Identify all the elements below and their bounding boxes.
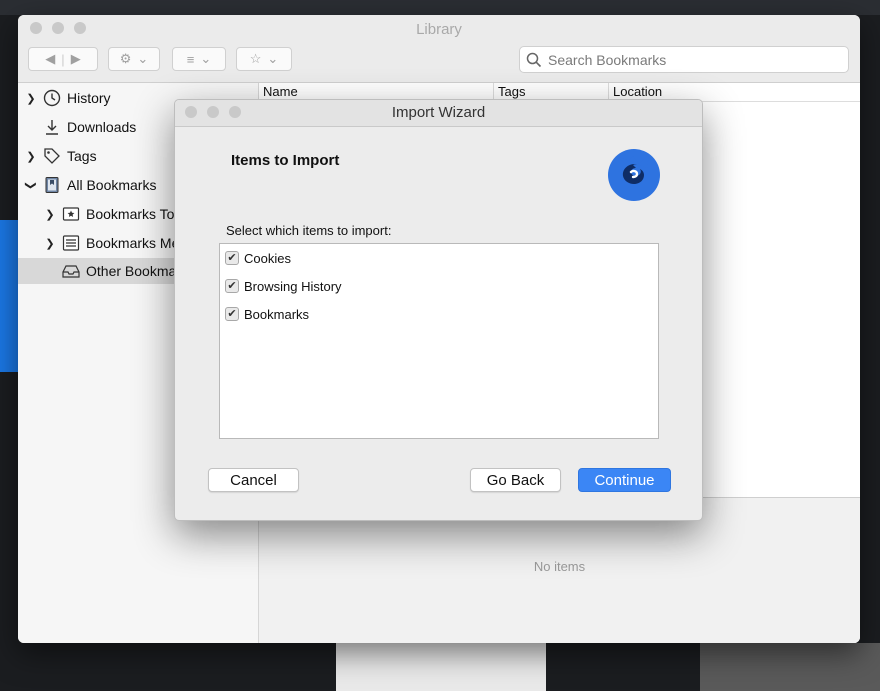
search-icon bbox=[526, 52, 542, 67]
chevron-down-icon: ⌄ bbox=[200, 51, 212, 66]
list-icon: ≡ bbox=[186, 51, 195, 67]
import-wizard-dialog: Import Wizard Items to Import Select whi… bbox=[174, 99, 703, 521]
checkbox-checked-icon[interactable]: ✔ bbox=[225, 279, 239, 293]
star-import-icon: ☆ bbox=[249, 51, 262, 66]
wizard-titlebar: Import Wizard bbox=[175, 100, 702, 127]
firefox-logo-icon bbox=[605, 144, 663, 202]
clock-icon bbox=[42, 88, 62, 108]
import-item-bookmarks[interactable]: ✔ Bookmarks bbox=[225, 303, 309, 325]
import-item-label: Browsing History bbox=[244, 278, 342, 294]
chevron-down-icon: ⌄ bbox=[267, 51, 279, 66]
continue-button[interactable]: Continue bbox=[578, 468, 671, 492]
sidebar-item-label: All Bookmarks bbox=[67, 177, 157, 193]
desktop-image-fragment bbox=[700, 643, 880, 691]
menu-folder-icon bbox=[61, 233, 81, 253]
back-forward-buttons[interactable]: ◀ | ▶ bbox=[28, 47, 98, 71]
sidebar-item-label: Tags bbox=[67, 148, 97, 164]
desktop-window-fragment bbox=[336, 643, 546, 691]
gear-icon: ⚙ bbox=[119, 51, 132, 66]
sidebar-item-label: Bookmarks Me bbox=[86, 235, 180, 251]
cancel-button[interactable]: Cancel bbox=[208, 468, 299, 492]
download-icon bbox=[42, 117, 62, 137]
wizard-prompt: Select which items to import: bbox=[226, 223, 392, 238]
star-folder-icon bbox=[61, 204, 81, 224]
sidebar-item-label: Downloads bbox=[67, 119, 137, 135]
library-titlebar: Library ◀ | ▶ ⚙ ⌄ ≡ ⌄ ☆ ⌄ bbox=[18, 15, 860, 83]
disclosure-triangle-icon[interactable]: ❯ bbox=[24, 92, 38, 105]
desktop-blue-panel bbox=[0, 220, 18, 372]
forward-arrow-icon[interactable]: ▶ bbox=[71, 51, 81, 67]
no-items-label: No items bbox=[533, 559, 586, 574]
go-back-button[interactable]: Go Back bbox=[470, 468, 561, 492]
search-input[interactable] bbox=[546, 50, 840, 69]
back-arrow-icon[interactable]: ◀ bbox=[45, 51, 55, 67]
bookmarks-book-icon bbox=[42, 175, 62, 195]
import-item-browsing-history[interactable]: ✔ Browsing History bbox=[225, 275, 342, 297]
search-bookmarks-field[interactable] bbox=[519, 46, 849, 73]
tag-icon bbox=[42, 146, 62, 166]
wizard-title: Import Wizard bbox=[391, 104, 486, 121]
import-item-label: Bookmarks bbox=[244, 306, 310, 322]
wizard-heading: Items to Import bbox=[231, 152, 340, 169]
disclosure-triangle-icon[interactable]: ❯ bbox=[24, 150, 38, 163]
import-backup-menu-button[interactable]: ☆ ⌄ bbox=[236, 47, 292, 71]
library-title: Library bbox=[416, 21, 462, 38]
sidebar-item-label: Other Bookma bbox=[86, 263, 177, 279]
checkbox-checked-icon[interactable]: ✔ bbox=[225, 251, 239, 265]
import-items-list: ✔ Cookies ✔ Browsing History ✔ Bookmarks bbox=[219, 243, 659, 439]
import-item-cookies[interactable]: ✔ Cookies bbox=[225, 247, 291, 269]
desktop-background bbox=[0, 0, 880, 15]
organize-menu-button[interactable]: ⚙ ⌄ bbox=[108, 47, 160, 71]
disclosure-triangle-icon[interactable]: ❯ bbox=[25, 178, 38, 192]
views-menu-button[interactable]: ≡ ⌄ bbox=[172, 47, 226, 71]
chevron-down-icon: ⌄ bbox=[137, 51, 149, 66]
sidebar-item-label: History bbox=[67, 90, 111, 106]
disclosure-triangle-icon[interactable]: ❯ bbox=[43, 237, 57, 250]
checkbox-checked-icon[interactable]: ✔ bbox=[225, 307, 239, 321]
import-item-label: Cookies bbox=[244, 250, 291, 266]
tray-icon bbox=[61, 261, 81, 281]
sidebar-item-label: Bookmarks To bbox=[86, 206, 175, 222]
disclosure-triangle-icon[interactable]: ❯ bbox=[43, 208, 57, 221]
